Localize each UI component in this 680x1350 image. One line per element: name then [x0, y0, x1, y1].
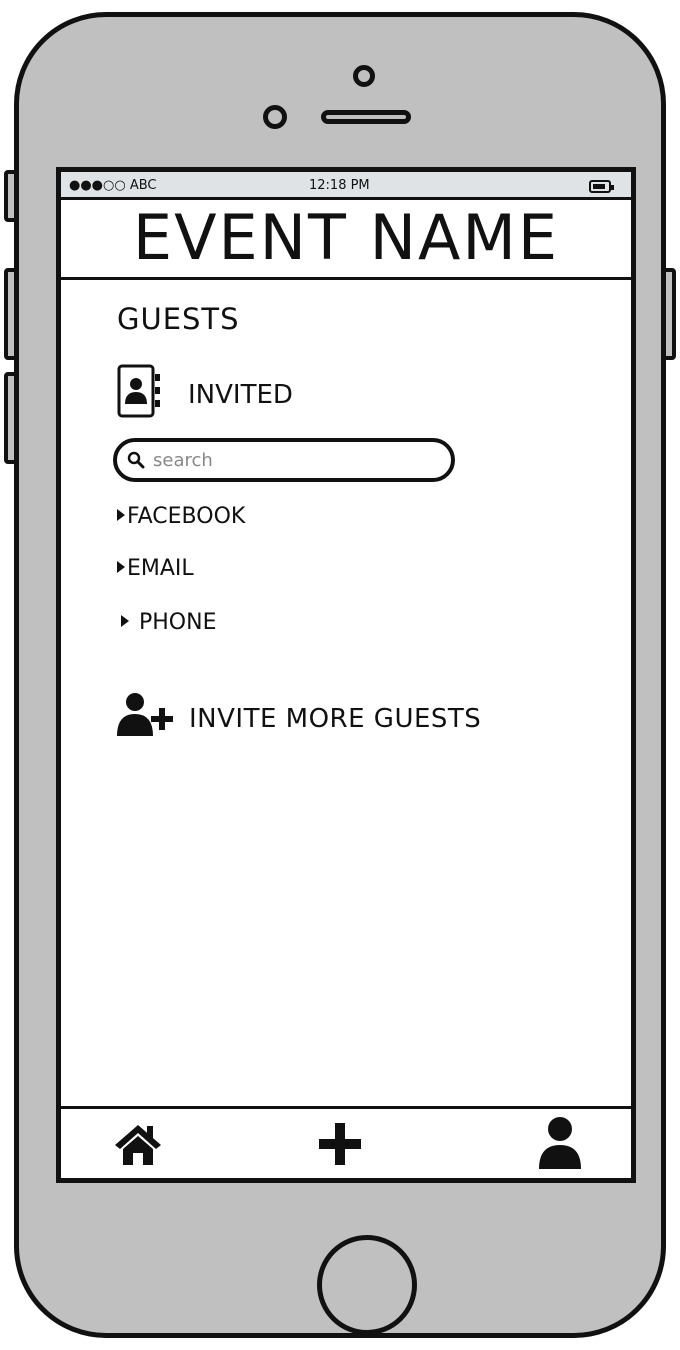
address-book-icon[interactable]: [117, 364, 161, 418]
source-item-facebook[interactable]: FACEBOOK: [117, 504, 245, 529]
source-label: PHONE: [139, 610, 217, 635]
search-icon: [127, 451, 145, 469]
page-title: EVENT NAME: [132, 201, 560, 274]
status-bar: ●●●○○ ABC 12:18 PM: [61, 172, 631, 200]
guests-heading: GUESTS: [117, 302, 240, 336]
expand-arrow-icon: [117, 561, 125, 573]
source-label: EMAIL: [127, 556, 194, 581]
home-icon[interactable]: [113, 1121, 163, 1167]
search-field[interactable]: [113, 438, 455, 482]
carrier-signal: ●●●○○ ABC: [69, 178, 157, 193]
search-input[interactable]: [153, 446, 443, 474]
expand-arrow-icon: [117, 509, 125, 521]
source-label: FACEBOOK: [127, 504, 246, 529]
front-camera: [353, 65, 375, 87]
home-button[interactable]: [317, 1235, 417, 1335]
expand-arrow-icon: [121, 615, 129, 627]
status-time: 12:18 PM: [309, 178, 370, 193]
battery-icon: [589, 180, 614, 193]
invited-label[interactable]: INVITED: [188, 380, 293, 410]
tab-bar: [61, 1106, 631, 1178]
earpiece-speaker: [321, 110, 411, 124]
proximity-sensor: [263, 105, 287, 129]
profile-icon[interactable]: [537, 1115, 583, 1171]
add-icon[interactable]: [317, 1121, 363, 1167]
screen: ●●●○○ ABC 12:18 PM EVENT NAME GUESTS INV…: [56, 167, 636, 1183]
source-item-phone[interactable]: PHONE: [117, 610, 216, 635]
invite-more-guests-button[interactable]: INVITE MORE GUESTS: [189, 704, 481, 734]
source-item-email[interactable]: EMAIL: [117, 556, 194, 581]
add-user-icon[interactable]: [115, 692, 175, 738]
header: EVENT NAME: [61, 200, 631, 280]
